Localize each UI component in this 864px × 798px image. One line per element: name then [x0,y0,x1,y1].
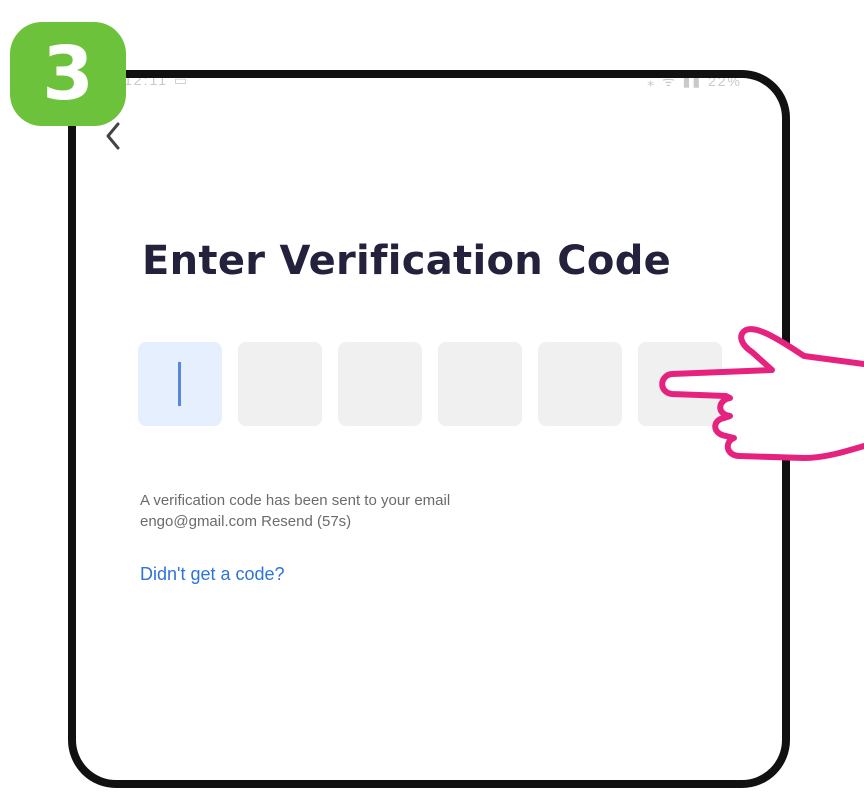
text-caret [178,362,181,406]
code-digit-input[interactable] [438,342,522,426]
code-digit-input[interactable] [138,342,222,426]
page-title: Enter Verification Code [142,238,672,284]
pointing-hand-icon [659,326,864,461]
code-digit-input[interactable] [538,342,622,426]
code-digit-input[interactable] [338,342,422,426]
code-digit-input[interactable] [238,342,322,426]
info-line-sent: A verification code has been sent to you… [140,492,451,509]
status-bar-left: 12:11 ▭ [124,72,190,88]
status-bar: 12:11 ▭ ⁎ ᯤ ▮▮ 22% [76,78,782,100]
verification-code-inputs [138,342,722,426]
info-line-email-resend: engo@gmail.com Resend (57s) [140,513,352,530]
step-number-badge: 3 [10,22,126,126]
status-bar-right: ⁎ ᯤ ▮▮ 22% [647,73,742,89]
verification-info: A verification code has been sent to you… [140,490,610,532]
didnt-get-code-link[interactable]: Didn't get a code? [140,564,285,585]
